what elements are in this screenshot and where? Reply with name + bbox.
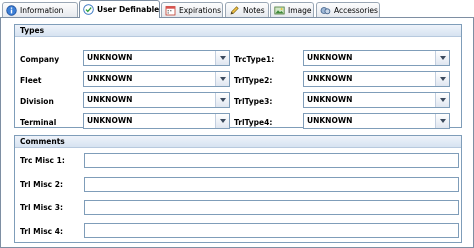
tab-label: Notes (243, 5, 265, 15)
terminal-label: Terminal (20, 118, 57, 127)
trl-misc-4-input[interactable] (84, 223, 459, 238)
accessories-icon (320, 5, 331, 16)
company-select[interactable]: UNKNOWN (83, 50, 230, 66)
fleet-label: Fleet (20, 76, 42, 85)
terminal-value: UNKNOWN (87, 116, 133, 125)
trl-misc-3-label: Trl Misc 3: (20, 203, 63, 212)
trctype1-select[interactable]: UNKNOWN (303, 50, 450, 66)
chevron-down-icon[interactable] (215, 114, 229, 128)
trctype1-value: UNKNOWN (307, 53, 353, 62)
tab-label: Accessories (334, 5, 378, 15)
chevron-down-icon[interactable] (215, 72, 229, 86)
trl-misc-3-input[interactable] (84, 200, 459, 215)
company-value: UNKNOWN (87, 53, 133, 62)
comments-header: Comments (15, 136, 461, 148)
trl-misc-2-input[interactable] (84, 177, 459, 192)
trltype2-value: UNKNOWN (307, 74, 353, 83)
tab-user-definables[interactable]: User Definables (79, 0, 160, 18)
tab-notes[interactable]: Notes (225, 2, 269, 17)
chevron-down-icon[interactable] (215, 93, 229, 107)
tab-label: Image (288, 5, 312, 15)
fleet-value: UNKNOWN (87, 74, 133, 83)
calendar-icon (165, 5, 176, 16)
trltype3-value: UNKNOWN (307, 95, 353, 104)
tab-label: Information (20, 5, 64, 15)
division-select[interactable]: UNKNOWN (83, 92, 230, 108)
trctype1-label: TrcType1: (234, 55, 275, 64)
division-label: Division (20, 97, 54, 106)
pencil-icon (229, 5, 240, 16)
trltype3-label: TrlType3: (234, 97, 273, 106)
tab-image[interactable]: Image (270, 2, 314, 17)
division-value: UNKNOWN (87, 95, 133, 104)
trc-misc-1-input[interactable] (84, 153, 459, 168)
trltype4-value: UNKNOWN (307, 116, 353, 125)
tab-information[interactable]: Information (2, 2, 78, 17)
trltype2-select[interactable]: UNKNOWN (303, 71, 450, 87)
comments-group: Comments Trc Misc 1: Trl Misc 2: Trl Mis… (14, 135, 462, 243)
chevron-down-icon[interactable] (435, 93, 449, 107)
info-icon (6, 4, 17, 16)
trl-misc-4-label: Trl Misc 4: (20, 227, 63, 236)
tab-label: User Definables (97, 5, 160, 14)
image-icon (274, 5, 285, 16)
chevron-down-icon[interactable] (215, 51, 229, 65)
tab-accessories[interactable]: Accessories (316, 2, 380, 17)
trltype4-label: TrlType4: (234, 118, 273, 127)
types-header: Types (15, 25, 461, 37)
terminal-select[interactable]: UNKNOWN (83, 113, 230, 129)
chevron-down-icon[interactable] (435, 114, 449, 128)
chevron-down-icon[interactable] (435, 72, 449, 86)
trltype4-select[interactable]: UNKNOWN (303, 113, 450, 129)
user-definables-panel: Types Company UNKNOWN Fleet UNKNOWN Divi… (0, 18, 474, 248)
trltype2-label: TrlType2: (234, 76, 273, 85)
tab-strip: Information User Definables Expirations … (0, 0, 474, 18)
tab-label: Expirations (179, 5, 221, 15)
tab-expirations[interactable]: Expirations (161, 2, 223, 17)
company-label: Company (20, 55, 60, 64)
types-group: Types Company UNKNOWN Fleet UNKNOWN Divi… (14, 24, 462, 129)
fleet-select[interactable]: UNKNOWN (83, 71, 230, 87)
chevron-down-icon[interactable] (435, 51, 449, 65)
trl-misc-2-label: Trl Misc 2: (20, 180, 63, 189)
user-definables-icon (83, 4, 94, 15)
trc-misc-1-label: Trc Misc 1: (20, 156, 65, 165)
trltype3-select[interactable]: UNKNOWN (303, 92, 450, 108)
